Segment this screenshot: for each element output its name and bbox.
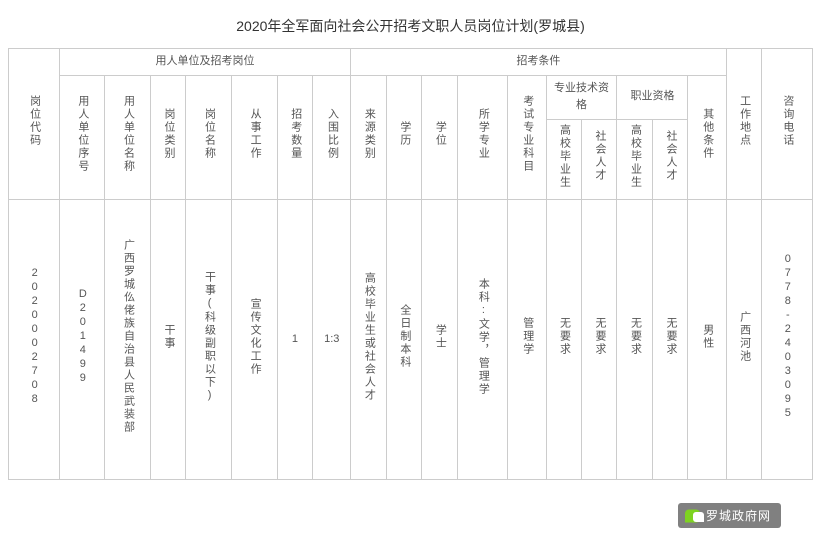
th-deg: 学位	[422, 75, 457, 200]
cell-other: 男性	[688, 200, 726, 480]
th-subj: 考试专业科目	[508, 75, 546, 200]
cell-type: 干事	[150, 200, 185, 480]
recruitment-table: 岗位代码 用人单位及招考岗位 招考条件 工作地点 咨询电话 用人单位序号 用人单…	[8, 48, 813, 480]
header-row-1: 岗位代码 用人单位及招考岗位 招考条件 工作地点 咨询电话	[9, 49, 813, 76]
th-code: 岗位代码	[9, 49, 60, 200]
cell-subj: 管理学	[508, 200, 546, 480]
th-q3: 高校毕业生	[617, 119, 652, 200]
cell-name: 广西罗城仫佬族自治县人民武装部	[105, 200, 151, 480]
th-src: 来源类别	[351, 75, 386, 200]
cell-num: 1	[277, 200, 312, 480]
cell-ratio: 1:3	[313, 200, 351, 480]
cell-edu: 全日制本科	[386, 200, 421, 480]
cell-code: 2020002708	[9, 200, 60, 480]
cell-phone: 0778-2403095	[762, 200, 813, 480]
th-phone: 咨询电话	[762, 49, 813, 200]
th-pos: 岗位名称	[186, 75, 232, 200]
th-q2: 社会人才	[581, 119, 616, 200]
cell-q4: 无要求	[652, 200, 687, 480]
document-container: 2020年全军面向社会公开招考文职人员岗位计划(罗城县) 岗位代码 用人单位及招…	[0, 0, 821, 488]
cell-major: 本科:文学，管理学	[457, 200, 508, 480]
table-row: 2020002708 D201499 广西罗城仫佬族自治县人民武装部 干事 干事…	[9, 200, 813, 480]
cell-seq: D201499	[59, 200, 105, 480]
th-edu: 学历	[386, 75, 421, 200]
cell-work: 宣传文化工作	[232, 200, 278, 480]
th-group-unit: 用人单位及招考岗位	[59, 49, 351, 76]
th-ratio: 入围比例	[313, 75, 351, 200]
cell-loc: 广西河池	[726, 200, 761, 480]
th-type: 岗位类别	[150, 75, 185, 200]
cell-src: 高校毕业生或社会人才	[351, 200, 386, 480]
cell-pos: 干事(科级副职以下)	[186, 200, 232, 480]
th-seq: 用人单位序号	[59, 75, 105, 200]
th-group-cond: 招考条件	[351, 49, 726, 76]
th-num: 招考数量	[277, 75, 312, 200]
cell-q2: 无要求	[581, 200, 616, 480]
th-other: 其他条件	[688, 75, 726, 200]
cell-q1: 无要求	[546, 200, 581, 480]
th-name: 用人单位名称	[105, 75, 151, 200]
cell-q3: 无要求	[617, 200, 652, 480]
th-q1: 高校毕业生	[546, 119, 581, 200]
header-row-2: 用人单位序号 用人单位名称 岗位类别 岗位名称 从事工作 招考数量 入围比例 来…	[9, 75, 813, 119]
th-loc: 工作地点	[726, 49, 761, 200]
th-major: 所学专业	[457, 75, 508, 200]
th-q4: 社会人才	[652, 119, 687, 200]
th-work: 从事工作	[232, 75, 278, 200]
wechat-source-badge: 罗城政府网	[678, 503, 781, 528]
cell-deg: 学士	[422, 200, 457, 480]
th-prof-qual: 专业技术资格	[546, 75, 617, 119]
page-title: 2020年全军面向社会公开招考文职人员岗位计划(罗城县)	[8, 8, 813, 48]
wechat-label: 罗城政府网	[706, 509, 771, 523]
th-occ-qual: 职业资格	[617, 75, 688, 119]
